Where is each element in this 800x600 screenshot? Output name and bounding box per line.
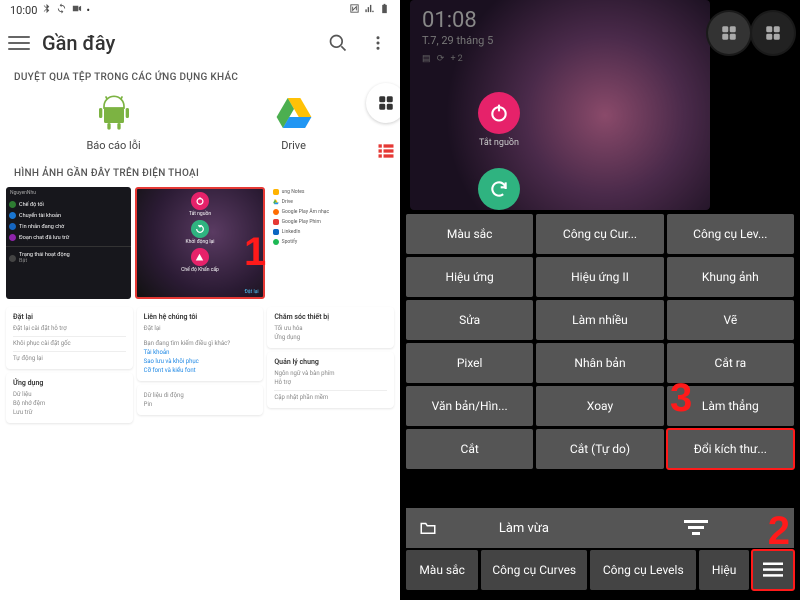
- tool-freecrop[interactable]: Cắt (Tự do): [536, 429, 663, 469]
- app-label: Drive: [281, 139, 306, 152]
- thumbnail-item[interactable]: NguyenNhu Chế độ tối Chuyển tài khoản Ti…: [6, 187, 131, 299]
- section-browse-label: DUYỆT QUA TỆP TRONG CÁC ỨNG DỤNG KHÁC: [0, 66, 400, 87]
- card[interactable]: Đặt lại Đặt lại cài đặt hỗ trợ Khôi phục…: [6, 307, 133, 369]
- lock-status-icons: ▤ ⟳ +2: [422, 54, 465, 64]
- grid-fab-2[interactable]: [752, 12, 794, 54]
- tool-levels[interactable]: Công cụ Lev...: [667, 214, 794, 254]
- drive-icon: [274, 93, 314, 133]
- tool-color[interactable]: Màu sắc: [406, 214, 533, 254]
- bottom-curves[interactable]: Công cụ Curves: [481, 550, 587, 590]
- bottom-color[interactable]: Màu sắc: [406, 550, 478, 590]
- restart-icon: [478, 168, 520, 210]
- tool-curves[interactable]: Công cụ Cur...: [536, 214, 663, 254]
- bottom-menu-button[interactable]: [752, 550, 794, 590]
- tool-effects2[interactable]: Hiệu ứng II: [536, 257, 663, 297]
- secondary-toolbar: Làm vừa: [406, 508, 794, 548]
- video-icon: [71, 3, 82, 17]
- app-label: Báo cáo lỗi: [86, 139, 140, 152]
- power-icon: [478, 92, 520, 134]
- bottom-levels[interactable]: Công cụ Levels: [590, 550, 696, 590]
- bluetooth-icon: [41, 3, 52, 17]
- right-screenshot: 01:08 T.7, 29 tháng 5 ▤ ⟳ +2 Tắt nguồn M…: [400, 0, 800, 600]
- search-icon[interactable]: [324, 29, 352, 57]
- annotation-2: 2: [768, 509, 790, 554]
- annotation-1: 1: [244, 230, 266, 275]
- cards-row: Đặt lại Đặt lại cài đặt hỗ trợ Khôi phục…: [0, 303, 400, 423]
- tool-draw[interactable]: Vẽ: [667, 300, 794, 340]
- tool-crop[interactable]: Cắt: [406, 429, 533, 469]
- tool-rotate[interactable]: Xoay: [536, 386, 663, 426]
- nfc-icon: [349, 3, 360, 17]
- annotation-3: 3: [670, 376, 692, 421]
- restart-widget[interactable]: [478, 168, 520, 210]
- tool-effects[interactable]: Hiệu ứng: [406, 257, 533, 297]
- tool-text[interactable]: Văn bản/Hìn...: [406, 386, 533, 426]
- tool-grid: Màu sắc Công cụ Cur... Công cụ Lev... Hi…: [406, 214, 794, 469]
- lock-date: T.7, 29 tháng 5: [422, 34, 493, 47]
- bottom-toolbar: Màu sắc Công cụ Curves Công cụ Levels Hi…: [406, 550, 794, 590]
- dot-icon: •: [86, 4, 90, 17]
- tool-edit[interactable]: Sửa: [406, 300, 533, 340]
- tool-frame[interactable]: Khung ảnh: [667, 257, 794, 297]
- more-icon[interactable]: [364, 29, 392, 57]
- folder-button[interactable]: [406, 508, 450, 548]
- sort-button[interactable]: [598, 508, 794, 548]
- tool-pixel[interactable]: Pixel: [406, 343, 533, 383]
- grid-view-fab[interactable]: [366, 83, 400, 123]
- menu-icon[interactable]: [8, 32, 30, 54]
- lock-clock: 01:08: [422, 8, 477, 33]
- section-recent-label: HÌNH ẢNH GẦN ĐÂY TRÊN ĐIỆN THOẠI: [0, 162, 400, 183]
- fit-button[interactable]: Làm vừa: [453, 508, 595, 548]
- app-drive[interactable]: Drive: [274, 93, 314, 152]
- card[interactable]: Liên hệ chúng tôi Đặt lại Bạn đang tìm k…: [137, 307, 264, 381]
- tool-clone[interactable]: Nhân bản: [536, 343, 663, 383]
- battery-icon: [379, 3, 390, 17]
- card[interactable]: Quản lý chung Ngôn ngữ và bàn phím Hỗ tr…: [267, 352, 394, 408]
- list-view-fab[interactable]: [366, 131, 400, 171]
- card[interactable]: Ứng dụng Dữ liệu Bộ nhớ đệm Lưu trữ: [6, 373, 133, 423]
- sync-icon: [56, 3, 67, 17]
- status-bar: 10:00 •: [0, 0, 400, 20]
- thumbnail-item[interactable]: ung Notes Drive Google Play Âm nhạc Goog…: [269, 187, 394, 299]
- thumbnail-row: NguyenNhu Chế độ tối Chuyển tài khoản Ti…: [0, 183, 400, 303]
- card[interactable]: Dữ liệu di động Pin: [137, 385, 264, 415]
- left-screenshot: 10:00 • Gần đây DUYỆT QUA TỆP TRONG C: [0, 0, 400, 600]
- page-title: Gần đây: [42, 31, 312, 55]
- app-bug-report[interactable]: Báo cáo lỗi: [86, 93, 140, 152]
- app-row: Báo cáo lỗi Drive: [0, 87, 400, 162]
- status-time: 10:00: [10, 4, 37, 17]
- card[interactable]: Chăm sóc thiết bị Tối ưu hóa Ứng dụng: [267, 307, 394, 348]
- app-bar: Gần đây: [0, 20, 400, 66]
- tool-resize[interactable]: Đổi kích thư...: [667, 429, 794, 469]
- grid-fab[interactable]: [708, 12, 750, 54]
- power-widget[interactable]: Tắt nguồn: [478, 92, 520, 148]
- bottom-overflow[interactable]: Hiệu: [699, 550, 749, 590]
- signal-icon: [364, 3, 375, 17]
- android-icon: [94, 93, 134, 133]
- tool-multi[interactable]: Làm nhiều: [536, 300, 663, 340]
